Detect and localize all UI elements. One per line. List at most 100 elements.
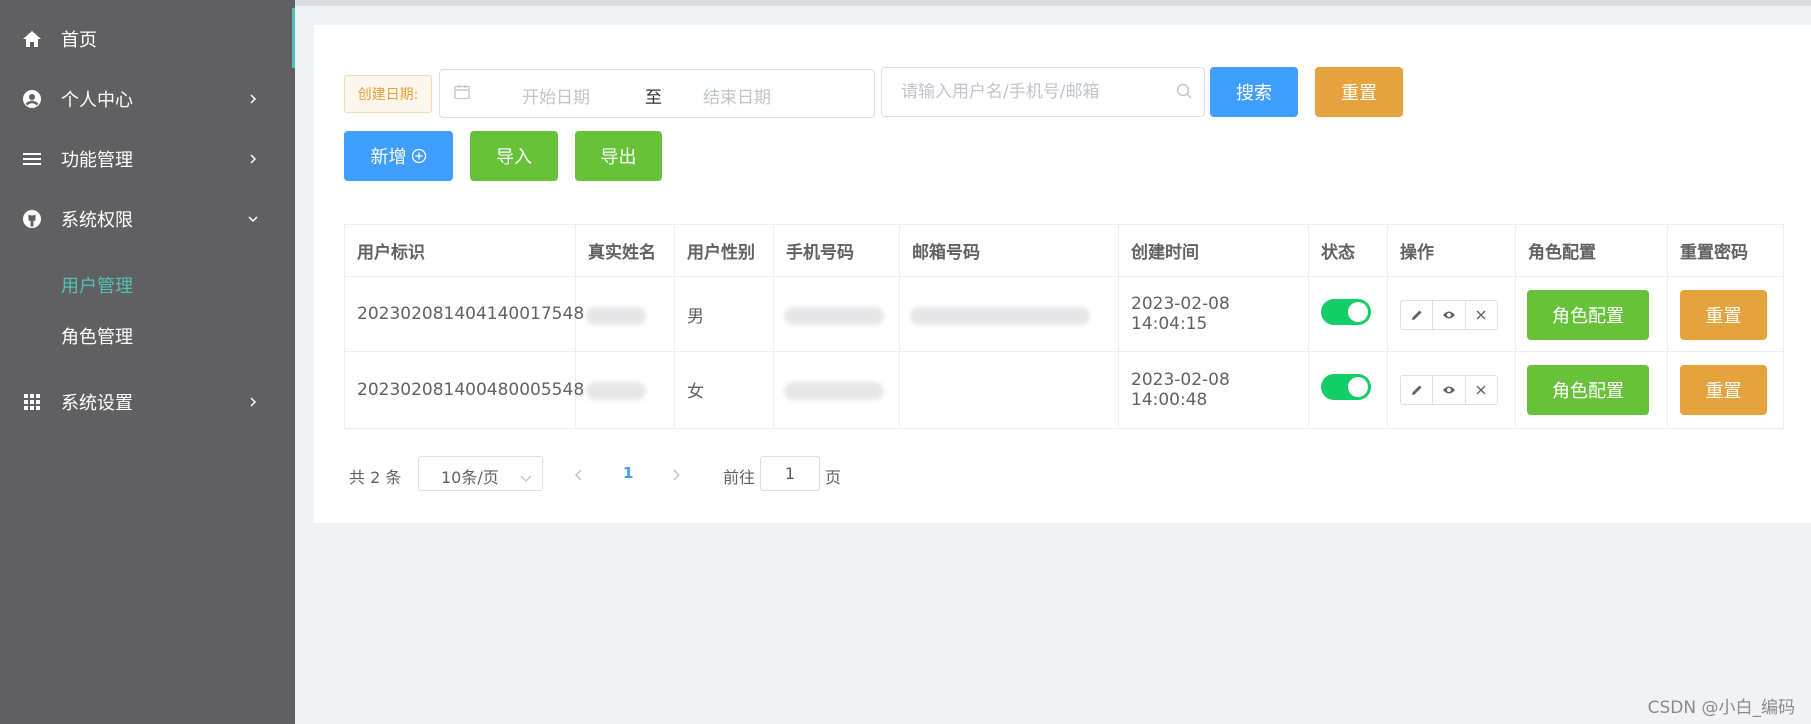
user-table: 用户标识 真实姓名 用户性别 手机号码 邮箱号码 创建时间 状态 操作 角色配置… [344,224,1785,429]
column-header-reset-password: 重置密码 [1668,225,1785,277]
next-page-icon[interactable] [672,466,681,485]
goto-suffix: 页 [825,468,842,487]
cell-user-id: 202302081400480005548 [345,352,584,427]
chevron-right-icon [247,153,259,165]
redacted-text [586,307,646,325]
cell-status [1309,277,1388,352]
chevron-right-icon [247,93,259,105]
cell-gender: 男 [675,277,774,352]
pagination-total: 共 2 条 [349,468,402,487]
top-bar [295,0,1811,6]
sidebar-item-personal-center[interactable]: 个人中心 [0,75,295,123]
action-button-group [1400,375,1498,405]
sidebar-item-home[interactable]: 首页 [0,15,295,63]
column-header-created-time: 创建时间 [1119,225,1309,277]
sidebar-item-label: 系统设置 [61,393,133,414]
reset-password-button[interactable]: 重置 [1680,290,1767,340]
cell-email [900,277,1119,352]
sidebar-subitem-role-management[interactable]: 角色管理 [61,323,133,349]
search-icon[interactable] [1176,83,1192,103]
date-range-separator: 至 [645,88,662,108]
cell-role-config: 角色配置 [1516,352,1668,427]
column-header-phone: 手机号码 [774,225,900,277]
page-size-value: 10条/页 [441,468,499,487]
cell-role-config: 角色配置 [1516,277,1668,352]
redacted-text [586,382,646,400]
calendar-icon [454,84,470,104]
role-config-button[interactable]: 角色配置 [1527,365,1649,415]
cell-real-name [576,277,675,352]
view-icon[interactable] [1433,376,1466,404]
goto-page-input[interactable]: 1 [760,456,820,491]
search-input[interactable] [883,69,1173,115]
sidebar-item-label: 个人中心 [61,90,133,111]
cell-phone [774,352,900,427]
redacted-text [784,382,884,400]
search-field[interactable] [881,67,1205,117]
grid-icon [22,392,42,412]
column-header-email: 邮箱号码 [900,225,1119,277]
delete-icon[interactable] [1466,376,1497,404]
status-switch[interactable] [1321,299,1371,325]
cell-actions [1388,352,1516,427]
export-button[interactable]: 导出 [575,131,662,181]
goto-label: 前往 [723,468,756,487]
column-header-role-config: 角色配置 [1516,225,1668,277]
start-date-input[interactable]: 开始日期 [522,83,590,108]
cell-user-id: 202302081404140017548 [345,277,584,352]
cell-gender: 女 [675,352,774,427]
import-button[interactable]: 导入 [470,131,558,181]
sidebar-item-system-settings[interactable]: 系统设置 [0,378,295,426]
add-button[interactable]: 新增 [344,131,453,181]
home-icon [22,29,42,49]
cell-reset-password: 重置 [1668,352,1785,427]
menu-lines-icon [22,149,42,169]
delete-icon[interactable] [1466,301,1497,329]
github-icon [22,209,42,229]
plus-circle-icon [411,148,427,164]
search-button[interactable]: 搜索 [1210,67,1298,117]
cell-email [900,352,1119,427]
page-number-current[interactable]: 1 [623,464,633,482]
sidebar-item-function-management[interactable]: 功能管理 [0,135,295,183]
chevron-right-icon [247,396,259,408]
cell-phone [774,277,900,352]
page-size-select[interactable]: 10条/页 [418,456,543,491]
watermark: CSDN @小白_编码 [1647,698,1795,718]
date-range-picker[interactable]: 开始日期 至 结束日期 [439,69,875,118]
redacted-text [910,307,1090,325]
cell-reset-password: 重置 [1668,277,1785,352]
date-filter-label: 创建日期: [344,75,432,113]
add-button-label: 新增 [370,147,407,168]
cell-status [1309,352,1388,427]
column-header-gender: 用户性别 [675,225,774,277]
column-header-user-id: 用户标识 [345,225,576,277]
edit-icon[interactable] [1401,301,1434,329]
user-circle-icon [22,89,42,109]
cell-actions [1388,277,1516,352]
prev-page-icon[interactable] [574,466,583,485]
sidebar-subitem-user-management[interactable]: 用户管理 [61,272,133,298]
sidebar-item-label: 首页 [61,30,97,51]
chevron-down-icon [247,213,259,225]
cell-real-name [576,352,675,427]
action-button-group [1400,300,1498,330]
status-switch[interactable] [1321,374,1371,400]
sidebar-item-label: 功能管理 [61,150,133,171]
column-header-status: 状态 [1309,225,1388,277]
sidebar-item-system-permission[interactable]: 系统权限 [0,195,295,243]
reset-filter-button[interactable]: 重置 [1315,67,1403,117]
view-icon[interactable] [1433,301,1466,329]
sidebar: 首页 个人中心 功能管理 系统权限 用户管理 角色管理 系统设置 [0,0,295,724]
chevron-down-icon [520,468,532,487]
column-header-actions: 操作 [1388,225,1516,277]
reset-password-button[interactable]: 重置 [1680,365,1767,415]
redacted-text [784,307,884,325]
end-date-input[interactable]: 结束日期 [703,83,771,108]
role-config-button[interactable]: 角色配置 [1527,290,1649,340]
edit-icon[interactable] [1401,376,1434,404]
cell-created-time: 2023-02-08 14:00:48 [1119,352,1309,427]
sidebar-item-label: 系统权限 [61,210,133,231]
column-header-real-name: 真实姓名 [576,225,675,277]
cell-created-time: 2023-02-08 14:04:15 [1119,277,1309,352]
